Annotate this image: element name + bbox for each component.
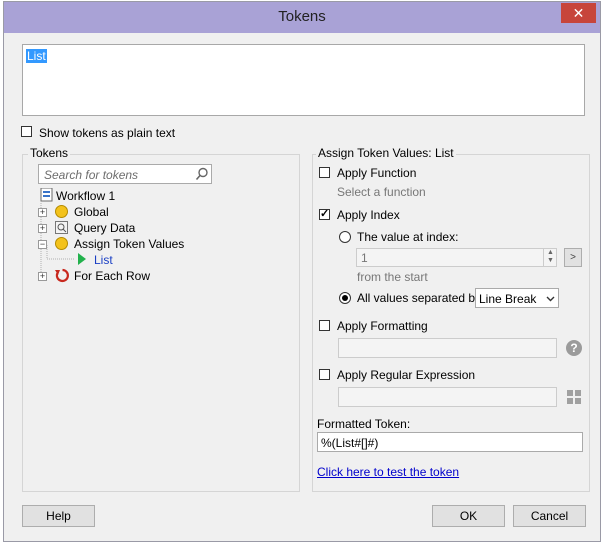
apply-index-label: Apply Index — [337, 208, 400, 222]
play-icon — [77, 253, 87, 265]
assign-token-icon — [55, 237, 68, 250]
regex-builder-icon[interactable] — [566, 389, 582, 405]
index-next-button[interactable]: > — [564, 248, 582, 267]
search-icon[interactable] — [195, 167, 209, 181]
tree-item-global[interactable]: Global — [74, 205, 109, 219]
plain-text-checkbox[interactable] — [21, 126, 32, 137]
cancel-button[interactable]: Cancel — [513, 505, 586, 527]
help-icon[interactable]: ? — [566, 340, 582, 356]
tree-item-workflow[interactable]: Workflow 1 — [56, 189, 115, 203]
apply-regex-label: Apply Regular Expression — [337, 368, 476, 382]
expand-global-icon[interactable]: + — [38, 208, 47, 217]
test-token-link[interactable]: Click here to test the token — [317, 465, 459, 479]
stepper-arrows-icon[interactable]: ▲ ▼ — [543, 249, 557, 266]
apply-function-label: Apply Function — [337, 166, 417, 180]
chevron-down-icon — [546, 296, 555, 302]
token-search-input[interactable]: Search for tokens — [38, 164, 212, 184]
tokens-group-title: Tokens — [28, 146, 71, 160]
query-data-icon — [55, 221, 69, 235]
close-icon: ✕ — [572, 5, 585, 21]
all-values-label: All values separated by: — [357, 291, 485, 305]
title-bar: Tokens ✕ — [4, 2, 600, 33]
apply-formatting-label: Apply Formatting — [337, 319, 428, 333]
tree-item-query-data[interactable]: Query Data — [74, 221, 135, 235]
formatting-field[interactable] — [338, 338, 557, 358]
expand-for-each-icon[interactable]: + — [38, 272, 47, 281]
value-at-index-radio[interactable] — [339, 231, 351, 243]
tree-item-for-each-row[interactable]: For Each Row — [74, 269, 150, 283]
token-text-selection: List — [26, 49, 47, 63]
loop-icon — [55, 268, 70, 283]
close-button[interactable]: ✕ — [561, 3, 596, 23]
formatted-token-value: %(List#[]#) — [321, 436, 379, 450]
select-function-link[interactable]: Select a function — [337, 185, 426, 199]
plain-text-label: Show tokens as plain text — [39, 126, 176, 140]
separator-value: Line Break — [479, 292, 537, 306]
separator-select[interactable]: Line Break — [475, 288, 559, 308]
all-values-radio[interactable] — [339, 292, 351, 304]
expand-query-data-icon[interactable]: + — [38, 224, 47, 233]
screen-background: Tokens ✕ List Show tokens as plain text … — [0, 0, 607, 547]
assign-group-title: Assign Token Values: List — [316, 146, 456, 160]
global-token-icon — [55, 205, 68, 218]
help-button[interactable]: Help — [22, 505, 95, 527]
index-stepper[interactable]: 1 ▲ ▼ — [356, 248, 557, 267]
ok-button[interactable]: OK — [432, 505, 505, 527]
from-start-label: from the start — [357, 270, 428, 284]
tree-item-list[interactable]: List — [94, 253, 113, 267]
apply-index-checkbox[interactable] — [319, 207, 330, 220]
search-placeholder: Search for tokens — [44, 168, 139, 182]
formatted-token-label: Formatted Token: — [317, 417, 411, 431]
tokens-dialog: Tokens ✕ List Show tokens as plain text … — [3, 1, 601, 542]
dialog-title: Tokens — [278, 8, 326, 25]
token-text-area[interactable]: List — [22, 44, 585, 116]
apply-function-checkbox[interactable] — [319, 167, 330, 178]
apply-regex-checkbox[interactable] — [319, 369, 330, 380]
workflow-icon — [40, 187, 54, 202]
tree-item-assign-token-values[interactable]: Assign Token Values — [74, 237, 184, 251]
apply-formatting-checkbox[interactable] — [319, 320, 330, 331]
index-value: 1 — [361, 251, 368, 265]
collapse-assign-icon[interactable]: − — [38, 240, 47, 249]
regex-field[interactable] — [338, 387, 557, 407]
value-at-index-label: The value at index: — [357, 230, 459, 244]
formatted-token-field[interactable]: %(List#[]#) — [317, 432, 583, 452]
